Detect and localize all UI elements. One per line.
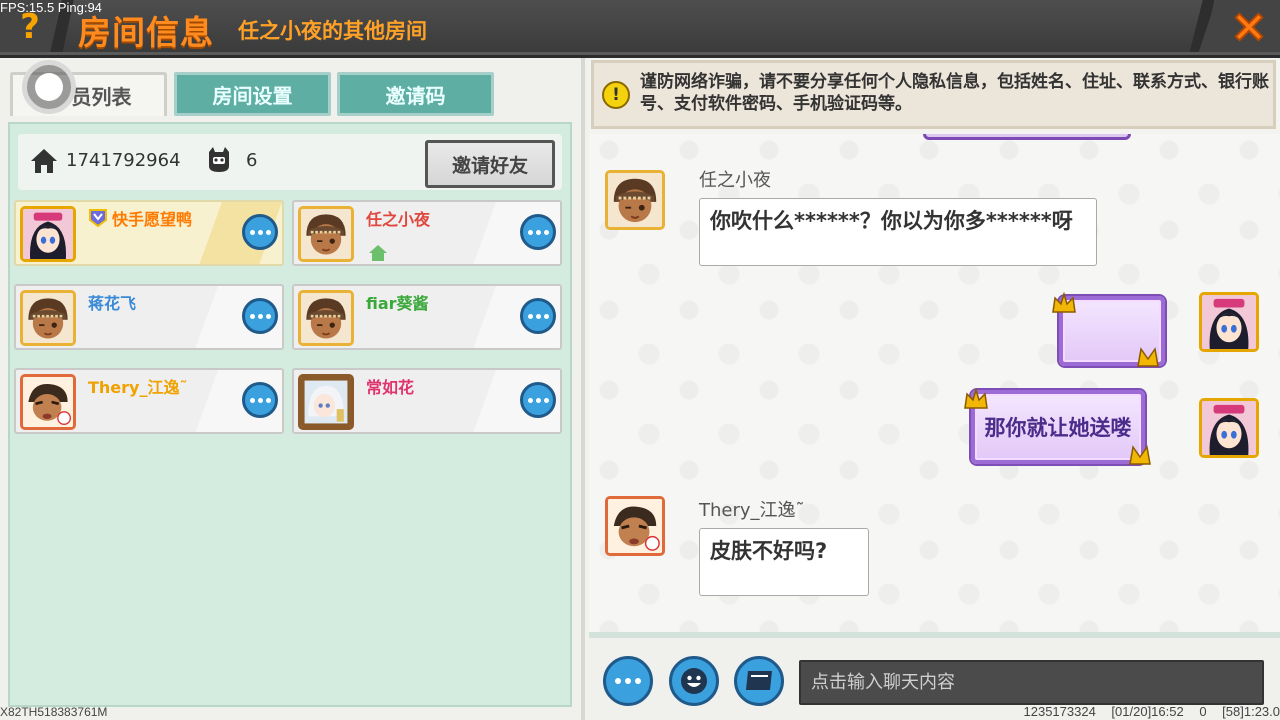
room-info-bar: 1741792964 6 邀请好友 xyxy=(18,134,562,190)
member-card[interactable]: 蒋花飞 xyxy=(14,284,284,350)
tab-room-settings[interactable]: 房间设置 xyxy=(174,72,331,116)
more-icon xyxy=(615,678,621,684)
chat-messages[interactable]: 任之小夜 你吹什么******？你以为你多******呀 那你就让她送喽 The… xyxy=(589,134,1280,632)
member-card[interactable]: 常如花 xyxy=(292,368,562,434)
member-name: Thery_江逸˜ xyxy=(88,378,188,397)
member-more-button[interactable] xyxy=(520,298,556,334)
chat-card-icon xyxy=(746,671,772,690)
fraud-warning: ! 谨防网络诈骗，请不要分享任何个人隐私信息，包括姓名、住址、联系方式、银行账号… xyxy=(591,60,1276,129)
member-more-button[interactable] xyxy=(242,298,278,334)
room-id: 1741792964 xyxy=(66,150,181,171)
member-card[interactable]: 任之小夜 xyxy=(292,200,562,266)
player-count: 6 xyxy=(246,150,258,171)
chat-panel: ! 谨防网络诈骗，请不要分享任何个人隐私信息，包括姓名、住址、联系方式、银行账号… xyxy=(589,58,1280,720)
chat-avatar[interactable] xyxy=(605,170,665,230)
member-name: 常如花 xyxy=(366,378,415,397)
avatar xyxy=(20,290,76,346)
warning-icon: ! xyxy=(602,81,630,109)
chat-sender-name: 任之小夜 xyxy=(699,170,771,191)
invite-friends-button[interactable]: 邀请好友 xyxy=(425,140,555,188)
member-more-button[interactable] xyxy=(242,382,278,418)
member-name: 快手愿望鸭 xyxy=(112,210,193,229)
chat-avatar[interactable] xyxy=(1199,398,1259,458)
chat-bubble-logo-icon xyxy=(1137,347,1159,367)
keyboard-toggle-button[interactable] xyxy=(734,656,784,706)
chat-avatar[interactable] xyxy=(1199,292,1259,352)
chat-avatar[interactable] xyxy=(605,496,665,556)
status-readout: 1235173324 [01/20]16:52 0 [58]1:23.0 xyxy=(1023,704,1280,719)
chat-message: 你吹什么******？你以为你多******呀 xyxy=(699,198,1097,266)
chat-message-fancy: 那你就让她送喽 xyxy=(971,390,1145,464)
top-bar: ? 房间信息 任之小夜的其他房间 xyxy=(0,0,1280,58)
chat-bubble-logo-icon xyxy=(1129,445,1151,465)
member-more-button[interactable] xyxy=(520,214,556,250)
touch-indicator-icon xyxy=(22,60,76,114)
member-card[interactable]: Thery_江逸˜ xyxy=(14,368,284,434)
fps-readout: FPS:15.5 Ping:94 xyxy=(0,0,102,15)
member-name: fiar葵酱 xyxy=(366,294,429,313)
crown-icon xyxy=(964,388,988,409)
avatar xyxy=(20,206,76,262)
member-more-button[interactable] xyxy=(242,214,278,250)
room-owner-icon xyxy=(369,245,387,261)
room-info-panel: 员列表 房间设置 邀请码 1741792964 6 邀请好友 快手愿望鸭 任之小… xyxy=(0,58,585,720)
chat-sender-name: Thery_江逸˜ xyxy=(699,500,805,521)
avatar xyxy=(298,374,354,430)
crown-icon xyxy=(1052,292,1076,313)
other-rooms-link[interactable]: 任之小夜的其他房间 xyxy=(238,15,427,45)
member-card[interactable]: 快手愿望鸭 xyxy=(14,200,284,266)
member-card[interactable]: fiar葵酱 xyxy=(292,284,562,350)
avatar xyxy=(20,374,76,430)
warning-text: 谨防网络诈骗，请不要分享任何个人隐私信息，包括姓名、住址、联系方式、银行账号、支… xyxy=(640,72,1269,114)
device-id: X82TH518383761M xyxy=(0,705,108,719)
chat-input[interactable] xyxy=(799,660,1264,705)
close-icon xyxy=(1234,12,1264,42)
member-name: 任之小夜 xyxy=(366,210,431,229)
chat-message: 皮肤不好吗? xyxy=(699,528,869,596)
vip-badge-icon xyxy=(89,209,107,228)
emoji-button[interactable] xyxy=(669,656,719,706)
players-icon xyxy=(209,147,229,172)
tab-label: 邀请码 xyxy=(385,83,446,108)
chat-bubble-partial xyxy=(923,134,1131,140)
home-icon xyxy=(31,149,57,173)
avatar xyxy=(298,206,354,262)
emoji-icon xyxy=(681,668,707,694)
member-name: 蒋花飞 xyxy=(88,294,137,313)
tab-invite-code[interactable]: 邀请码 xyxy=(337,72,494,116)
avatar xyxy=(298,290,354,346)
tab-label: 房间设置 xyxy=(212,83,293,108)
more-options-button[interactable] xyxy=(603,656,653,706)
member-more-button[interactable] xyxy=(520,382,556,418)
member-list: 1741792964 6 邀请好友 快手愿望鸭 任之小夜 蒋花飞 fiar葵酱 … xyxy=(8,122,572,707)
